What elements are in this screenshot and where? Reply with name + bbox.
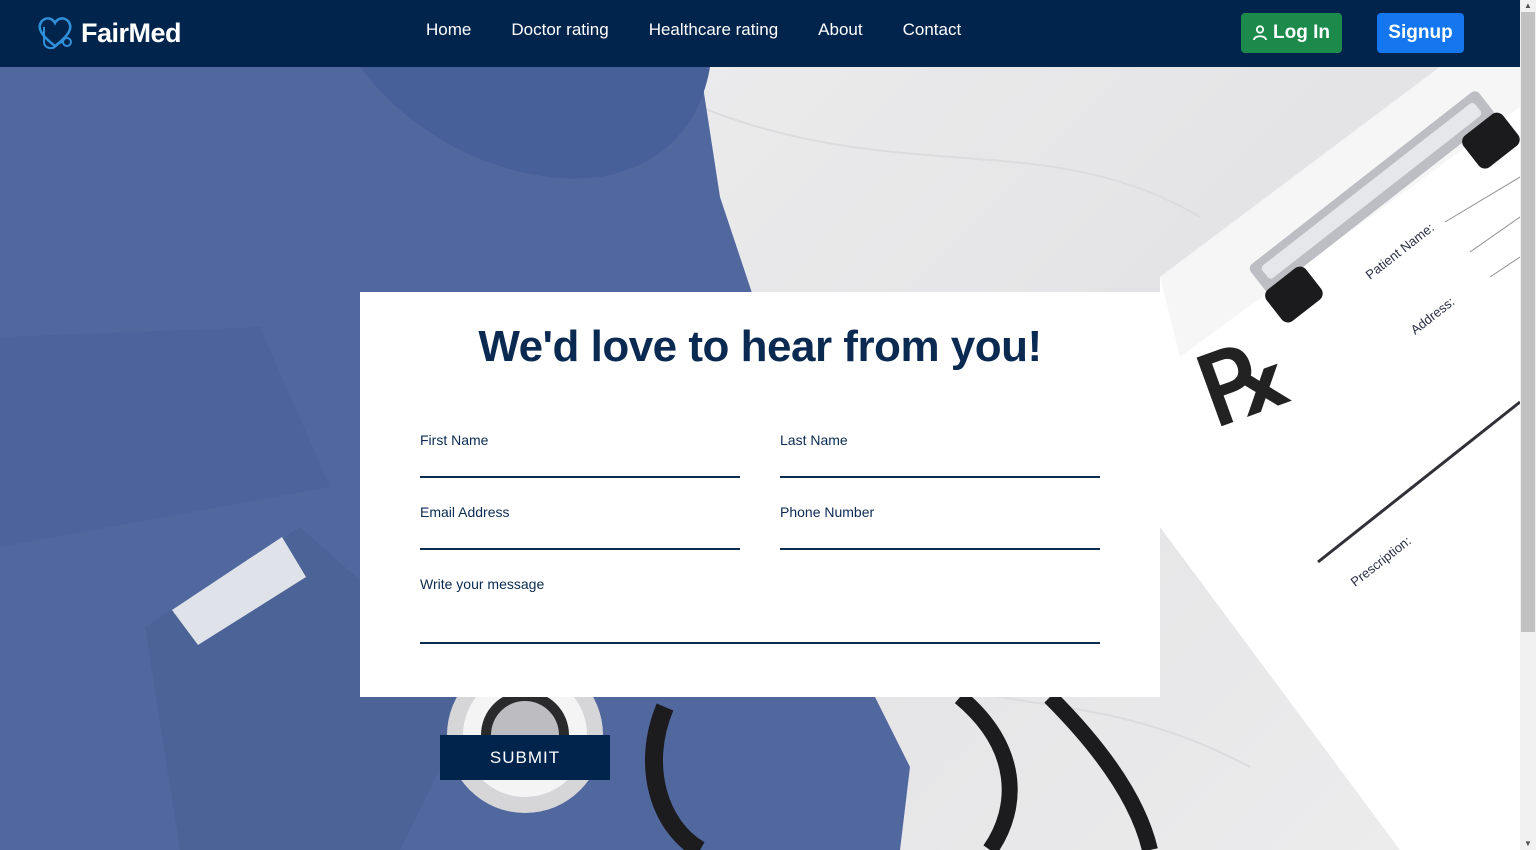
- nav-link-doctor-rating[interactable]: Doctor rating: [511, 20, 608, 40]
- last-name-field: Last Name: [780, 432, 1100, 478]
- contact-form-card: We'd love to hear from you! First Name L…: [360, 292, 1160, 697]
- scroll-thumb[interactable]: [1521, 12, 1535, 632]
- scroll-up-arrow-icon[interactable]: ▲: [1520, 0, 1536, 12]
- login-label: Log In: [1273, 22, 1330, 43]
- email-field: Email Address: [420, 504, 740, 550]
- signup-button[interactable]: Signup: [1377, 13, 1464, 53]
- brand-name: FairMed: [81, 17, 182, 48]
- submit-button[interactable]: SUBMIT: [440, 735, 610, 780]
- scroll-down-arrow-icon[interactable]: ▼: [1520, 838, 1536, 850]
- first-name-field: First Name: [420, 432, 740, 478]
- first-name-label: First Name: [420, 432, 489, 448]
- message-label: Write your message: [420, 576, 545, 592]
- signup-label: Signup: [1388, 22, 1453, 43]
- top-navbar: FairMed Home Doctor rating Healthcare ra…: [0, 0, 1520, 67]
- nav-link-healthcare-rating[interactable]: Healthcare rating: [649, 20, 778, 40]
- message-input[interactable]: [420, 592, 1100, 644]
- form-title: We'd love to hear from you!: [478, 322, 1042, 371]
- first-name-input[interactable]: [420, 448, 740, 478]
- nav-links: Home Doctor rating Healthcare rating Abo…: [426, 20, 1001, 40]
- email-label: Email Address: [420, 504, 510, 520]
- last-name-label: Last Name: [780, 432, 848, 448]
- brand[interactable]: FairMed: [34, 12, 182, 54]
- phone-label: Phone Number: [780, 504, 875, 520]
- phone-input[interactable]: [780, 520, 1100, 550]
- phone-field: Phone Number: [780, 504, 1100, 550]
- heart-stethoscope-logo-icon: [38, 17, 72, 50]
- message-field: Write your message: [420, 576, 1100, 644]
- nav-link-about[interactable]: About: [818, 20, 862, 40]
- login-button[interactable]: Log In: [1241, 13, 1342, 53]
- email-input[interactable]: [420, 520, 740, 550]
- nav-link-contact[interactable]: Contact: [903, 20, 962, 40]
- nav-link-home[interactable]: Home: [426, 20, 471, 40]
- user-icon: [1253, 25, 1267, 41]
- last-name-input[interactable]: [780, 448, 1100, 478]
